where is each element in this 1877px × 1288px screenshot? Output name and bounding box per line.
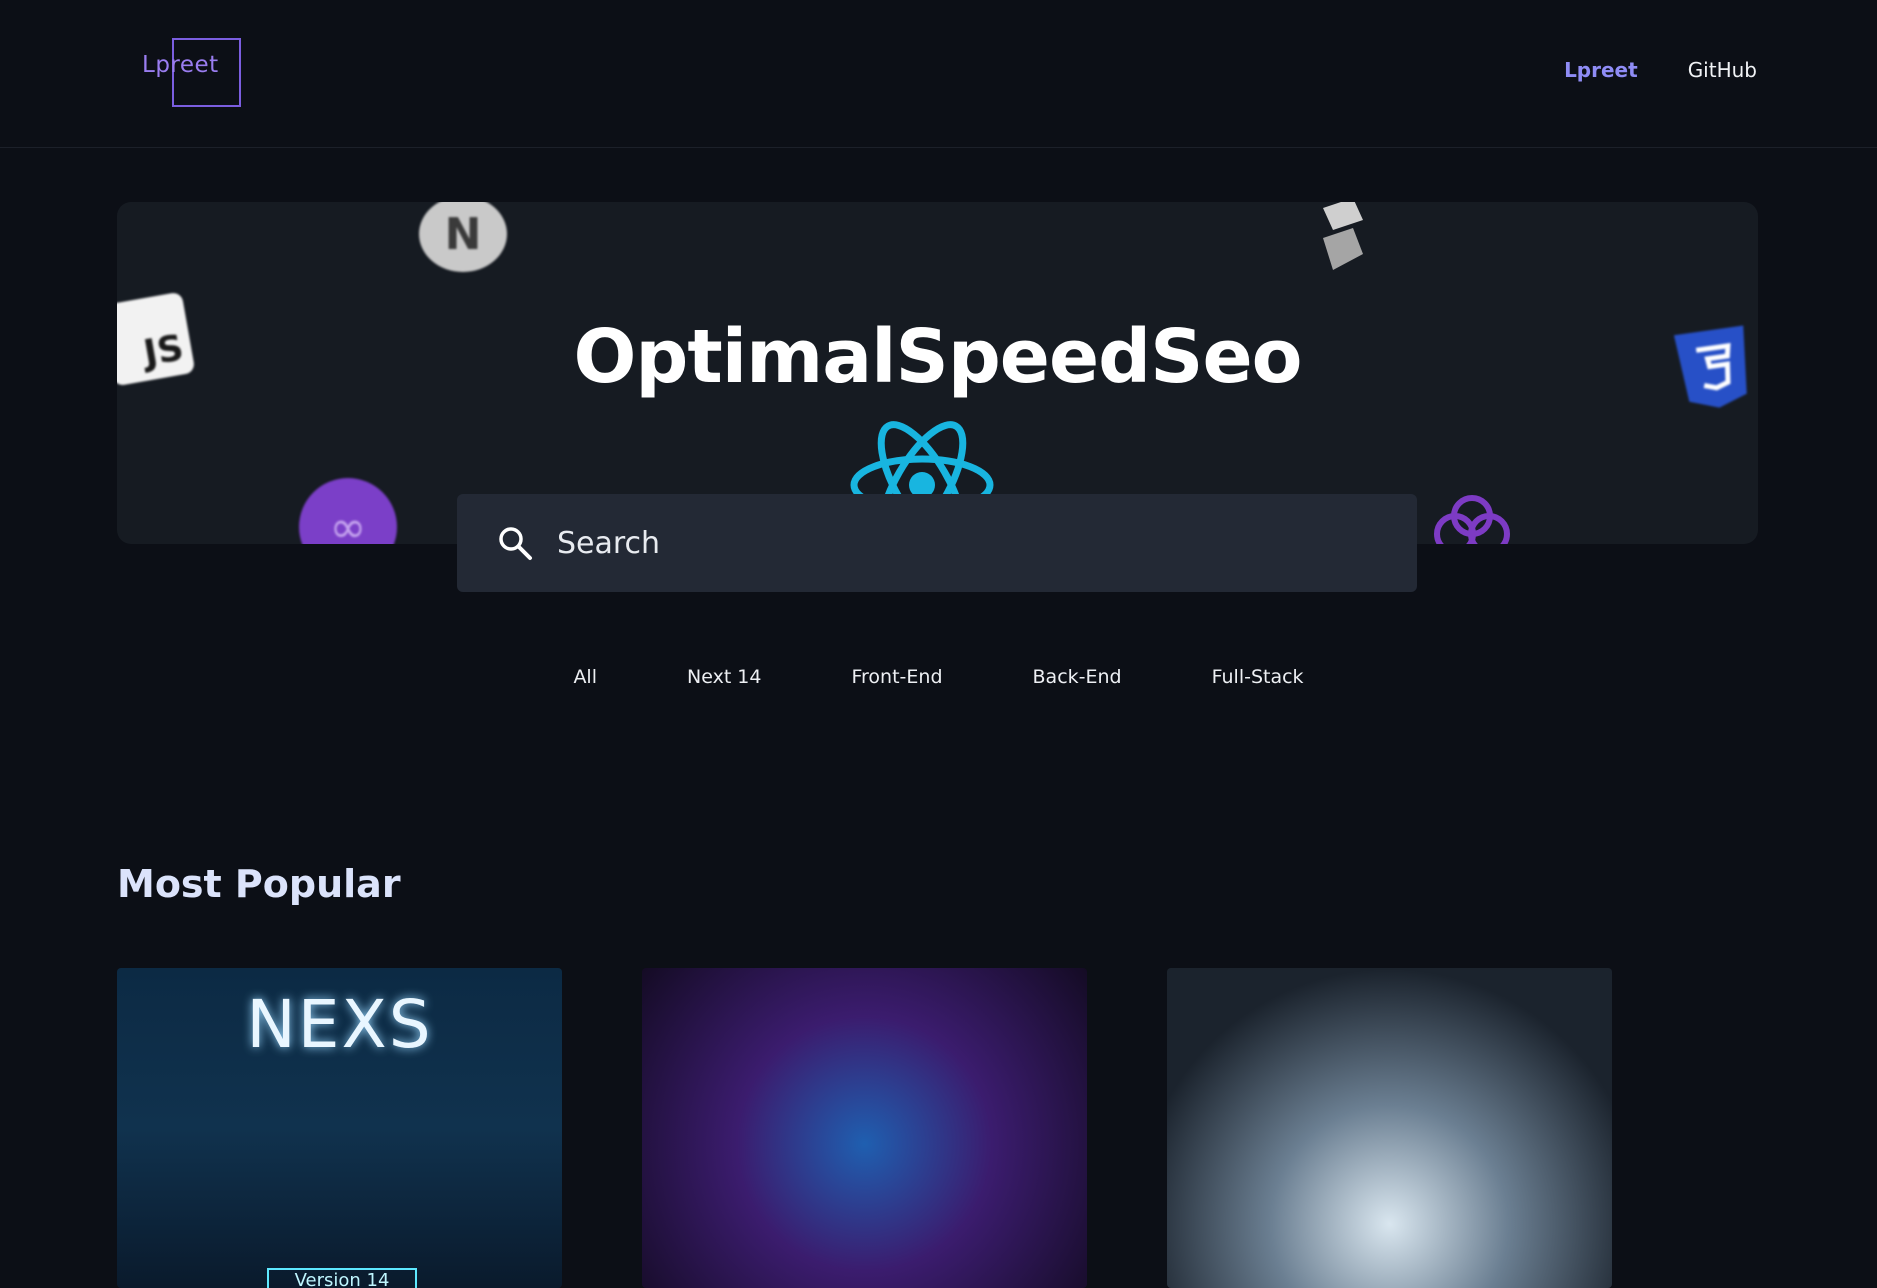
filter-front-end[interactable]: Front-End [806,666,987,688]
filter-all[interactable]: All [528,666,642,688]
logo-link[interactable]: Lpreet [140,38,221,92]
post-card-frontend[interactable] [642,968,1087,1288]
card-image-subtext: Version 14 [267,1268,417,1288]
search-bar [457,494,1417,592]
hero-banner: N JS OptimalSpeedSeo ∞ [117,202,1758,544]
nav-links: Lpreet GitHub [1564,58,1757,82]
search-icon [499,527,532,560]
stack-icon [1323,202,1363,270]
nextjs-icon: N [419,202,507,272]
post-card-backend[interactable] [1167,968,1612,1288]
filter-full-stack[interactable]: Full-Stack [1167,666,1349,688]
filter-back-end[interactable]: Back-End [988,666,1167,688]
page: Lpreet Lpreet GitHub N JS OptimalSpeedSe… [0,0,1877,1288]
search-input[interactable] [557,525,1377,561]
nav-link-github[interactable]: GitHub [1688,58,1757,82]
section-title: Most Popular [117,862,401,906]
nav-link-lpreet[interactable]: Lpreet [1564,58,1638,82]
filter-next-14[interactable]: Next 14 [642,666,806,688]
graphql-icon [1434,495,1510,544]
category-filters: All Next 14 Front-End Back-End Full-Stac… [0,666,1877,688]
navbar: Lpreet Lpreet GitHub [0,0,1877,148]
polygon-icon: ∞ [299,478,397,544]
card-image-text: NEXS [246,986,433,1063]
popular-cards: NEXS Version 14 [117,968,1612,1288]
post-card-nexs[interactable]: NEXS Version 14 [117,968,562,1288]
hero-title: OptimalSpeedSeo [573,314,1303,400]
